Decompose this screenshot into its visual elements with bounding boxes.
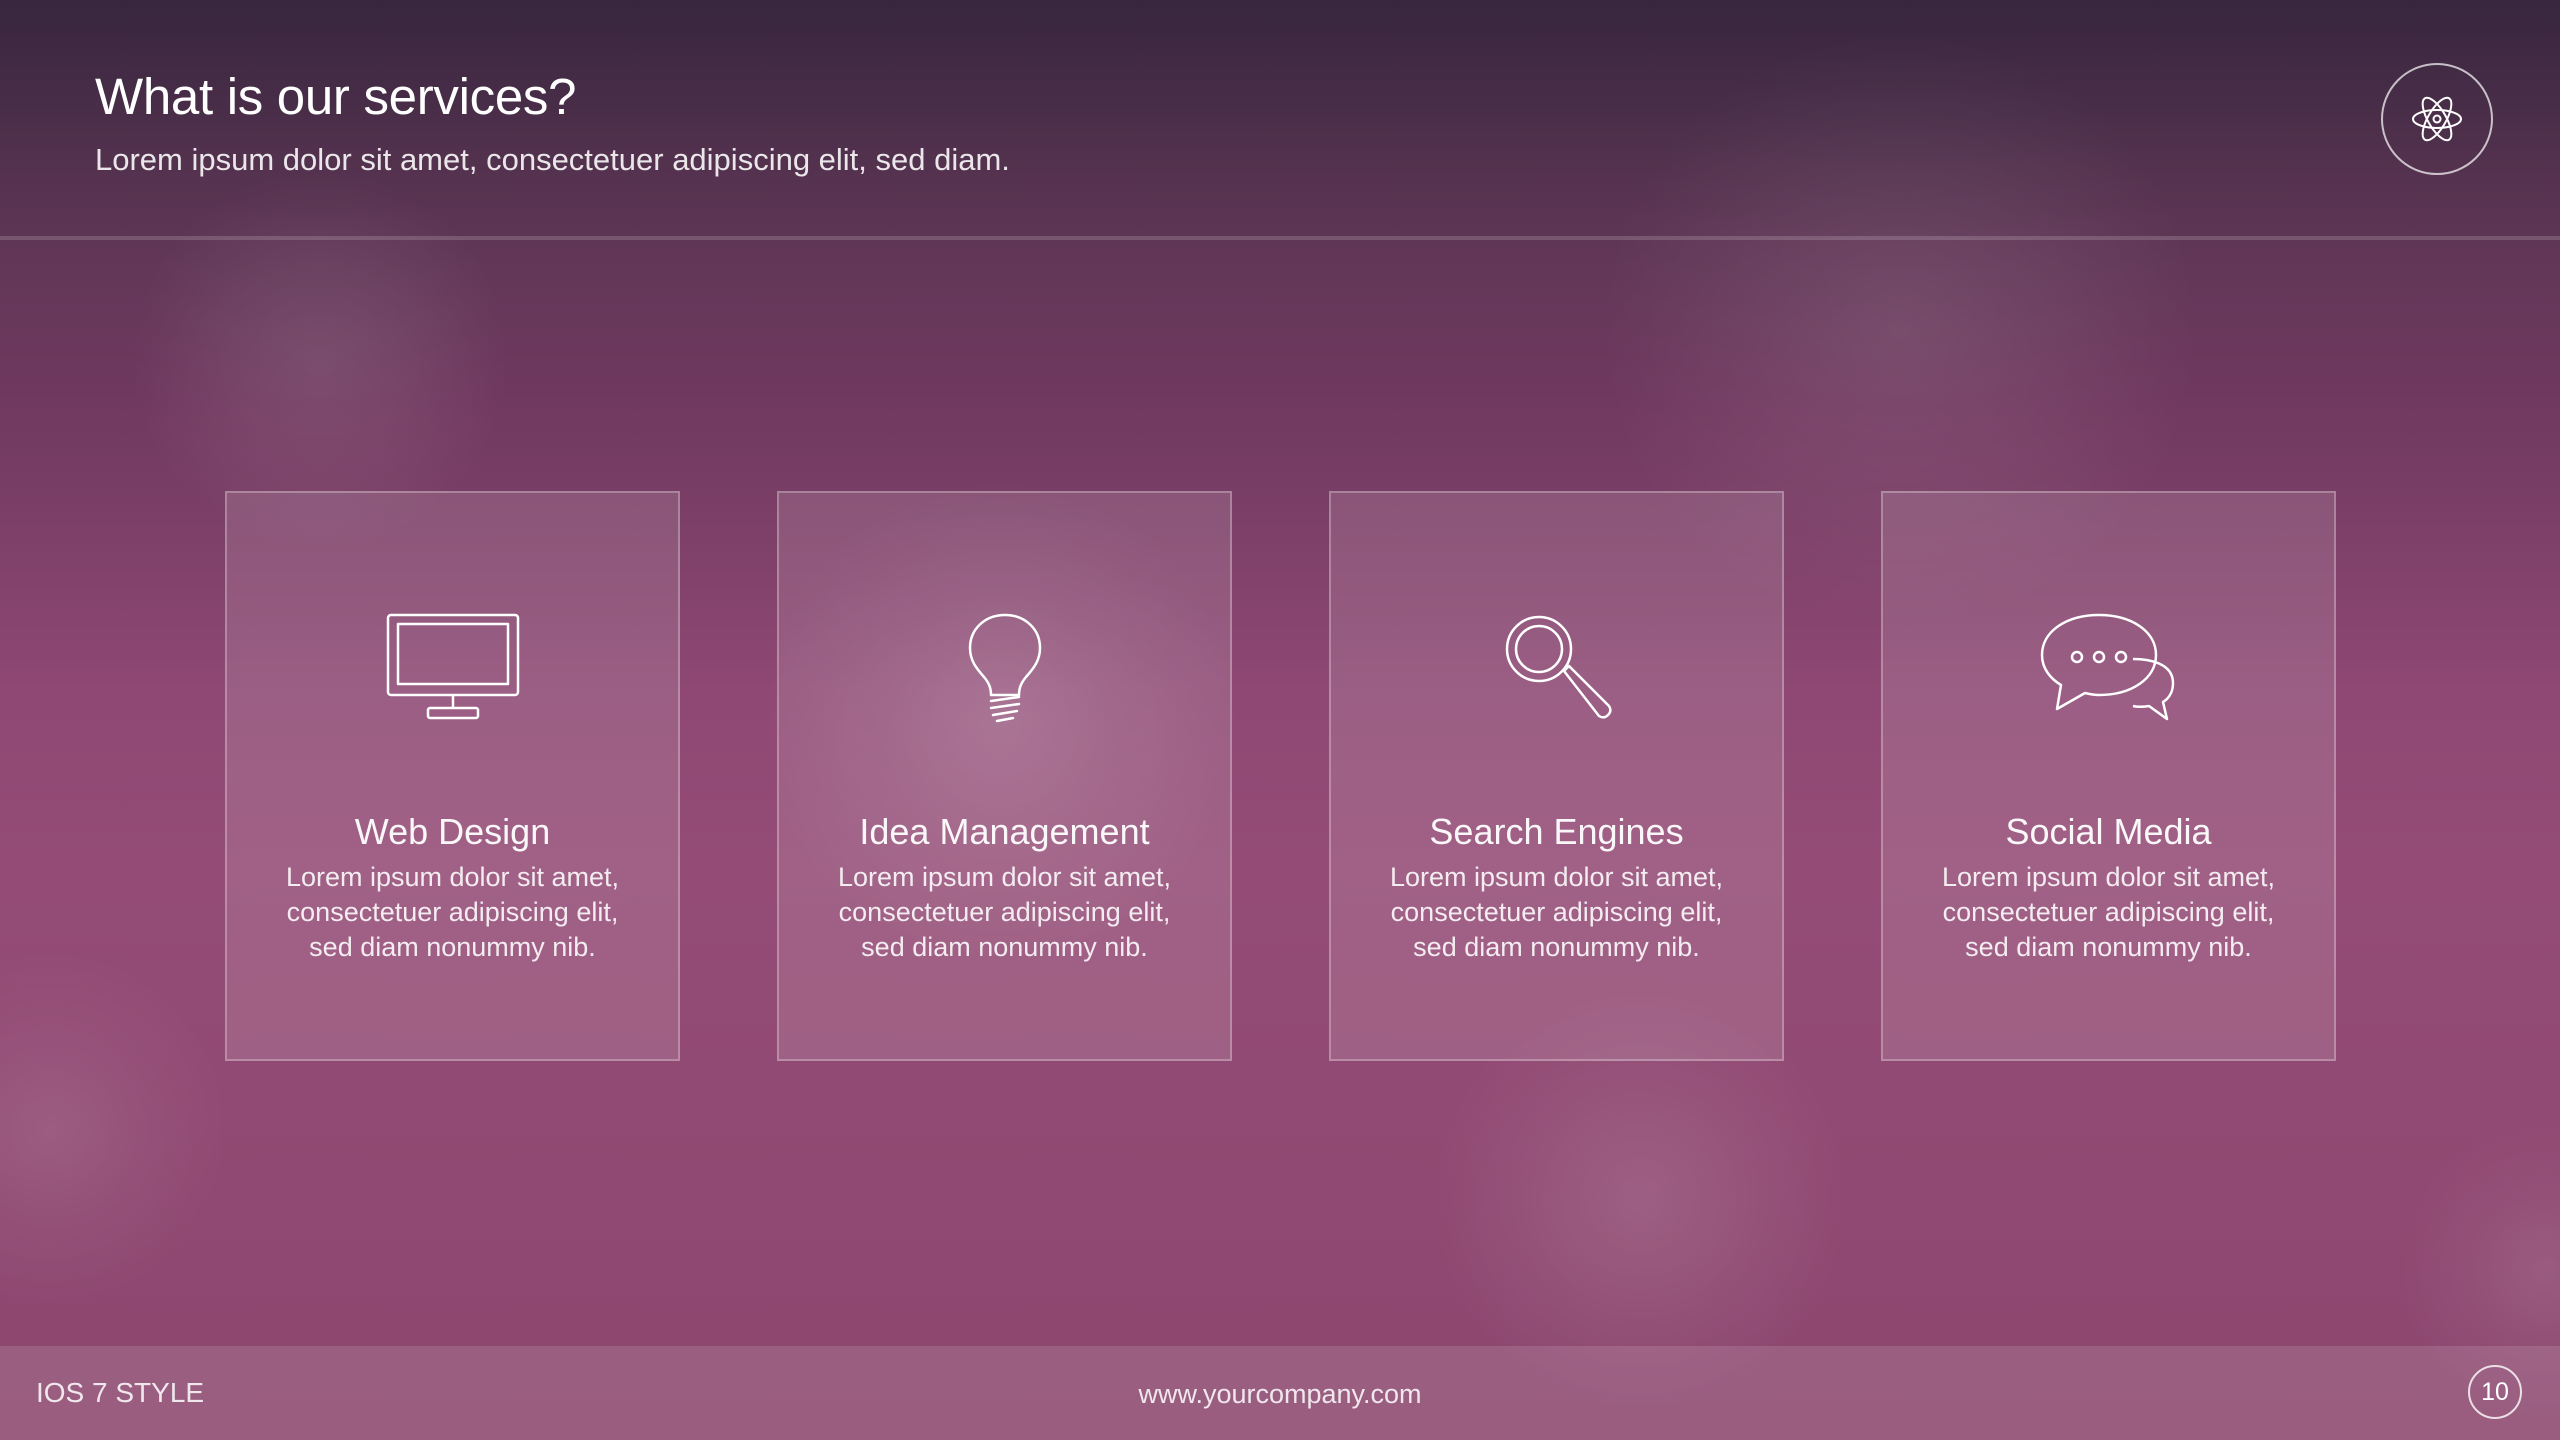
service-title: Idea Management bbox=[859, 811, 1150, 852]
service-description: Lorem ipsum dolor sit amet, consectetuer… bbox=[1389, 862, 1724, 962]
service-title: Social Media bbox=[2005, 811, 2212, 852]
service-icon-wrapper bbox=[1331, 607, 1782, 727]
header-divider bbox=[0, 236, 2560, 240]
slide-header: What is our services? Lorem ipsum dolor … bbox=[0, 0, 2560, 238]
magnifier-icon bbox=[1505, 615, 1612, 719]
lightbulb-icon bbox=[968, 613, 1041, 723]
service-description: Lorem ipsum dolor sit amet, consectetuer… bbox=[837, 862, 1172, 962]
service-card-social-media: Social Media Lorem ipsum dolor sit amet,… bbox=[1881, 491, 2336, 1061]
page-title: What is our services? bbox=[95, 68, 577, 125]
service-card-search-engines: Search Engines Lorem ipsum dolor sit ame… bbox=[1329, 491, 1784, 1061]
page-number-badge: 10 bbox=[2468, 1365, 2522, 1419]
atom-badge bbox=[2381, 63, 2493, 175]
service-icon-wrapper bbox=[779, 607, 1230, 727]
atom-icon bbox=[2412, 96, 2462, 142]
service-description: Lorem ipsum dolor sit amet, consectetuer… bbox=[285, 862, 620, 962]
service-icon-wrapper bbox=[227, 607, 678, 727]
footer-url: www.yourcompany.com bbox=[1138, 1379, 1422, 1409]
page-subtitle: Lorem ipsum dolor sit amet, consectetuer… bbox=[95, 142, 1010, 177]
service-card-web-design: Web Design Lorem ipsum dolor sit amet, c… bbox=[225, 491, 680, 1061]
service-title: Search Engines bbox=[1429, 811, 1684, 852]
monitor-icon bbox=[386, 613, 519, 720]
service-card-idea-management: Idea Management Lorem ipsum dolor sit am… bbox=[777, 491, 1232, 1061]
slide-footer: IOS 7 STYLE www.yourcompany.com 10 bbox=[0, 1346, 2560, 1440]
service-icon-wrapper bbox=[1883, 607, 2334, 727]
service-description: Lorem ipsum dolor sit amet, consectetuer… bbox=[1941, 862, 2276, 962]
chat-bubbles-icon bbox=[2040, 613, 2174, 721]
service-title: Web Design bbox=[354, 811, 551, 852]
